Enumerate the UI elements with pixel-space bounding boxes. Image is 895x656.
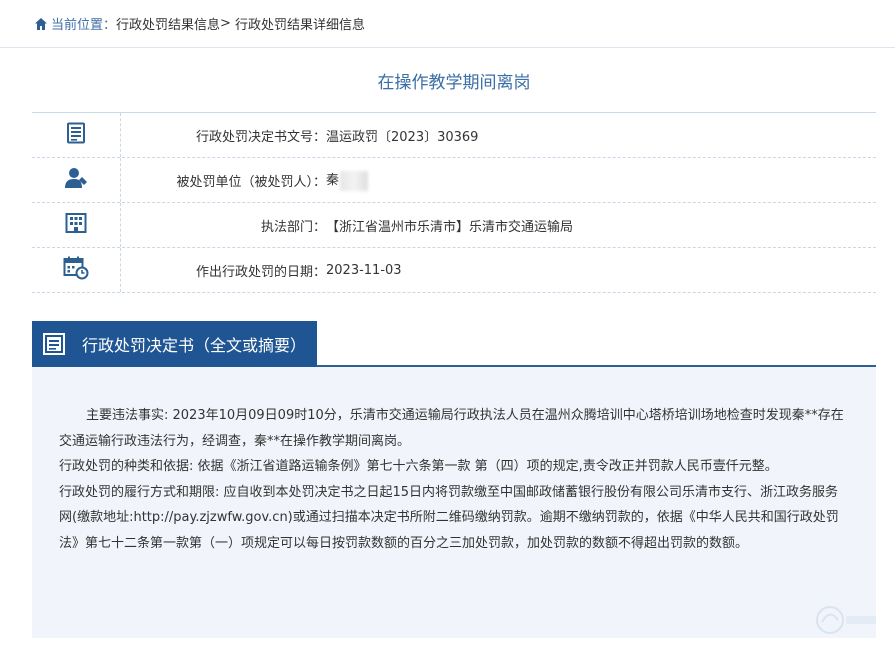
watermark-logo [812, 600, 882, 640]
document-icon [42, 332, 66, 356]
info-value: 温运政罚〔2023〕30369 [326, 129, 479, 145]
info-label: 执法部门： [260, 219, 326, 235]
penalty-fulfillment-paragraph: 行政处罚的履行方式和期限: 应自收到本处罚决定书之日起15日内将罚款缴至中国邮政… [59, 484, 839, 551]
calendar-icon [63, 256, 89, 284]
section-title: 行政处罚决定书（全文或摘要） [82, 336, 307, 355]
info-value: 秦 [326, 169, 369, 191]
info-icon-cell [32, 158, 121, 202]
info-row-document-number: 行政处罚决定书文号： 温运政罚〔2023〕30369 [32, 113, 876, 158]
breadcrumb-link-results[interactable]: 行政处罚结果信息 [116, 14, 220, 33]
info-label: 作出行政处罚的日期： [195, 264, 326, 280]
home-icon [34, 17, 48, 31]
page-title-text: 在操作教学期间离岗 [377, 72, 531, 93]
redaction-mask [340, 170, 369, 191]
info-value: 2023-11-03 [326, 262, 402, 278]
decision-content: 主要违法事实: 2023年10月09日09时10分，乐清市交通运输局行政执法人员… [32, 367, 876, 638]
info-label: 行政处罚决定书文号： [195, 129, 326, 145]
breadcrumb-separator: > [220, 16, 231, 31]
info-value: 【浙江省温州市乐清市】乐清市交通运输局 [326, 219, 574, 235]
info-icon-cell [32, 113, 121, 157]
building-icon [65, 212, 87, 238]
person-icon [64, 167, 88, 193]
document-list-icon [65, 122, 87, 148]
info-icon-cell [32, 248, 121, 292]
info-row-punished-party: 被处罚单位（被处罚人）： 秦 [32, 158, 876, 203]
info-label: 被处罚单位（被处罚人）： [176, 174, 326, 190]
info-icon-cell [32, 203, 121, 247]
page-title: 在操作教学期间离岗 [32, 48, 876, 113]
info-table: 行政处罚决定书文号： 温运政罚〔2023〕30369 被处罚单位（被处罚人）： … [32, 113, 876, 293]
decision-section-header: 行政处罚决定书（全文或摘要） [32, 321, 876, 367]
violation-facts-paragraph: 主要违法事实: 2023年10月09日09时10分，乐清市交通运输局行政执法人员… [59, 408, 844, 449]
info-row-date: 作出行政处罚的日期： 2023-11-03 [32, 248, 876, 293]
breadcrumb: 当前位置： 行政处罚结果信息 > 行政处罚结果详细信息 [0, 0, 895, 48]
punished-party-name: 秦 [326, 173, 340, 189]
penalty-type-paragraph: 行政处罚的种类和依据: 依据《浙江省道路运输条例》第七十六条第一款 第（四）项的… [59, 459, 778, 474]
info-row-department: 执法部门： 【浙江省温州市乐清市】乐清市交通运输局 [32, 203, 876, 248]
decision-section-tab: 行政处罚决定书（全文或摘要） [32, 321, 317, 367]
breadcrumb-prefix: 当前位置： [51, 18, 117, 33]
breadcrumb-current: 行政处罚结果详细信息 [234, 18, 365, 33]
